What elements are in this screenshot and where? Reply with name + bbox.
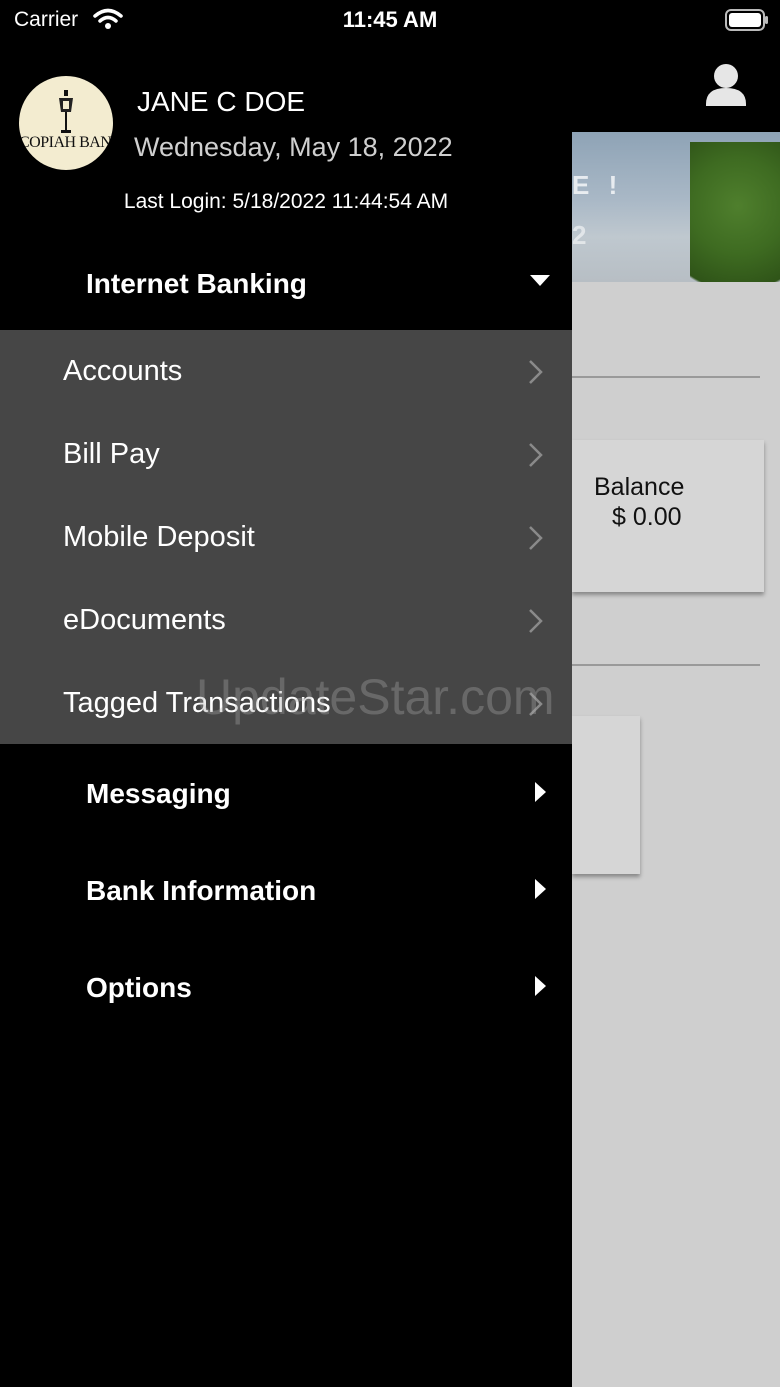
bank-logo: COPIAH BANK xyxy=(19,76,113,170)
divider xyxy=(572,376,760,378)
menu-section-messaging[interactable]: Messaging xyxy=(0,746,572,842)
caret-down-icon xyxy=(530,275,550,286)
menu-item-tagged-transactions[interactable]: Tagged Transactions xyxy=(0,662,572,745)
clock: 11:45 AM xyxy=(342,7,438,32)
caret-right-icon xyxy=(535,782,546,802)
menu-item-label: eDocuments xyxy=(63,604,226,636)
balance-value: $ 0.00 xyxy=(612,503,682,531)
menu-item-label: Accounts xyxy=(63,355,183,387)
divider xyxy=(572,664,760,666)
chevron-right-icon xyxy=(529,609,543,633)
chevron-right-icon xyxy=(529,692,543,716)
hero-text: E ! xyxy=(572,170,624,200)
menu-item-edocuments[interactable]: eDocuments xyxy=(0,579,572,662)
menu-section-options[interactable]: Options xyxy=(0,940,572,1036)
section-label: Messaging xyxy=(86,778,231,809)
menu-item-label: Tagged Transactions xyxy=(63,687,331,719)
section-label: Internet Banking xyxy=(86,268,307,299)
current-date: Wednesday, May 18, 2022 xyxy=(134,132,453,162)
chevron-right-icon xyxy=(529,360,543,384)
hero-banner: E ! 2 xyxy=(572,132,780,282)
internet-banking-submenu: Accounts Bill Pay Mobile Deposit eDocume… xyxy=(0,330,572,744)
navigation-drawer: COPIAH BANK JANE C DOE Wednesday, May 18… xyxy=(0,0,572,1387)
menu-item-label: Bill Pay xyxy=(63,438,160,470)
menu-item-accounts[interactable]: Accounts xyxy=(0,330,572,413)
status-bar: Carrier 11:45 AM xyxy=(0,0,780,42)
profile-icon[interactable] xyxy=(700,60,752,112)
tree-image xyxy=(690,142,780,282)
menu-item-mobile-deposit[interactable]: Mobile Deposit xyxy=(0,496,572,579)
menu-item-label: Mobile Deposit xyxy=(63,521,255,553)
caret-right-icon xyxy=(535,976,546,996)
chevron-right-icon xyxy=(529,526,543,550)
menu-section-internet-banking[interactable]: Internet Banking xyxy=(0,236,572,332)
balance-label: Balance xyxy=(594,473,685,501)
last-login: Last Login: 5/18/2022 11:44:54 AM xyxy=(123,190,449,213)
section-label: Bank Information xyxy=(86,875,317,906)
battery-icon xyxy=(725,9,768,31)
bank-logo-text: COPIAH BANK xyxy=(19,134,113,151)
caret-right-icon xyxy=(535,879,546,899)
menu-item-bill-pay[interactable]: Bill Pay xyxy=(0,413,572,496)
section-label: Options xyxy=(86,972,192,1003)
menu-section-bank-information[interactable]: Bank Information xyxy=(0,843,572,939)
balance-card[interactable]: Balance $ 0.00 xyxy=(572,440,764,592)
user-name: JANE C DOE xyxy=(137,86,306,117)
account-card[interactable] xyxy=(572,716,640,874)
hero-text-secondary: 2 xyxy=(572,220,587,250)
lamp-icon xyxy=(59,90,73,133)
chevron-right-icon xyxy=(529,443,543,467)
